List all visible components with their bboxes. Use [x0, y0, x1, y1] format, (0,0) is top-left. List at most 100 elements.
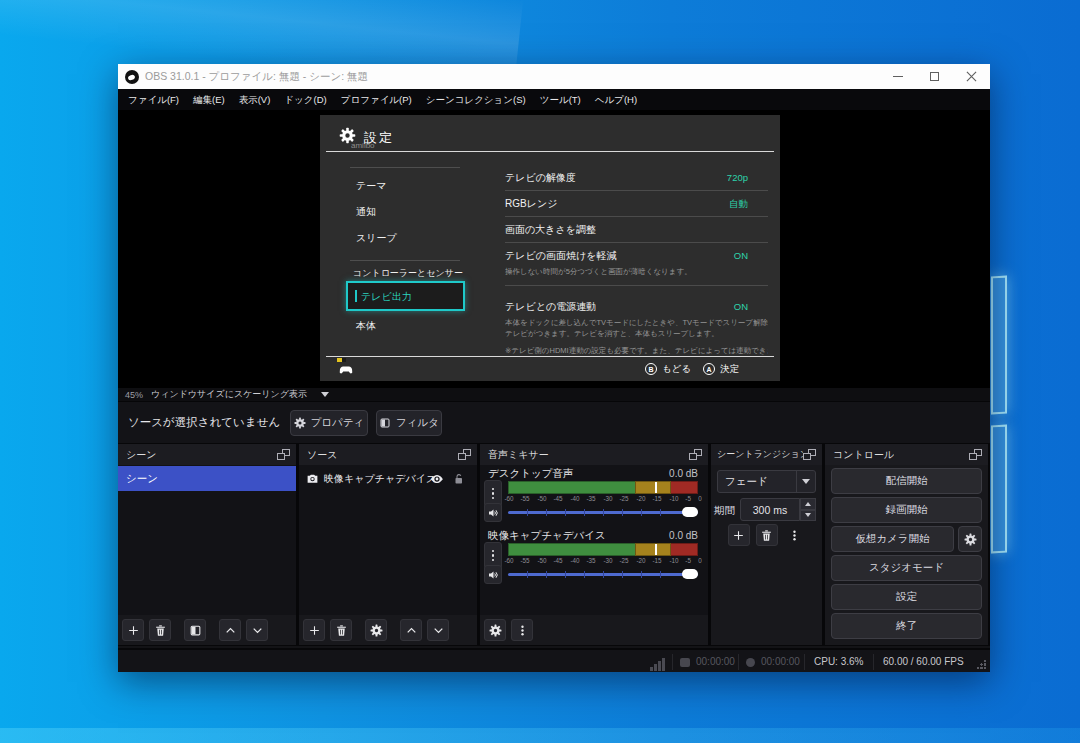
switch-menu-item-amiibo: amiibo: [351, 141, 375, 151]
source-up-button[interactable]: [400, 619, 422, 641]
source-context-bar: ソースが選択されていません プロパティ フィルタ: [118, 402, 990, 443]
source-down-button[interactable]: [427, 619, 449, 641]
mute-button[interactable]: [484, 503, 502, 522]
volume-slider[interactable]: [508, 507, 698, 517]
source-list-item[interactable]: 映像キャプチャデバイス: [299, 466, 477, 491]
menu-item[interactable]: ファイル(F): [121, 89, 186, 110]
ok-label: 決定: [720, 363, 739, 376]
resize-grip[interactable]: [977, 659, 987, 669]
minimize-button[interactable]: [879, 64, 916, 89]
obs-logo-icon: [125, 70, 139, 84]
add-source-button[interactable]: [303, 619, 325, 641]
popout-icon[interactable]: [277, 449, 290, 460]
lock-icon[interactable]: [453, 473, 465, 485]
mixer-menu-button[interactable]: [511, 619, 533, 641]
source-properties-button[interactable]: [365, 619, 387, 641]
menu-item[interactable]: 表示(V): [232, 89, 278, 110]
transition-menu-button[interactable]: [784, 524, 806, 546]
advanced-audio-button[interactable]: [484, 619, 506, 641]
scale-dropdown-caret[interactable]: [321, 392, 329, 397]
scenes-title: シーン: [118, 448, 156, 462]
wallpaper-windows-logo-pane-bottom: [991, 425, 1007, 554]
volume-meter: [508, 543, 698, 556]
start-virtual-camera-button[interactable]: 仮想カメラ開始: [831, 526, 954, 552]
duration-spinner[interactable]: [800, 498, 816, 521]
mixer-channel-name: デスクトップ音声: [488, 467, 573, 481]
gamepad-icon: [335, 362, 357, 377]
setting-row-value: ON: [734, 250, 748, 261]
scene-transitions-dock: シーントランジション フェード 期間 300 ms: [711, 444, 822, 645]
scene-down-button[interactable]: [246, 619, 268, 641]
menu-item[interactable]: ヘルプ(H): [588, 89, 644, 110]
exit-button[interactable]: 終了: [831, 613, 982, 639]
menu-item[interactable]: プロファイル(P): [334, 89, 419, 110]
visibility-eye-icon[interactable]: [430, 472, 444, 486]
popout-icon[interactable]: [803, 449, 816, 460]
remove-source-button[interactable]: [330, 619, 352, 641]
wallpaper-light-band: [0, 728, 1080, 743]
duration-input[interactable]: 300 ms: [740, 498, 800, 521]
record-time: 00:00:00: [761, 656, 800, 667]
virtual-camera-settings-button[interactable]: [958, 526, 982, 552]
start-recording-button[interactable]: 録画開始: [831, 497, 982, 523]
docks-area: シーン シーン ソース: [118, 443, 990, 646]
volume-meter: [508, 481, 698, 494]
scene-filters-button[interactable]: [184, 619, 206, 641]
switch-menu-item-system: 本体: [356, 319, 376, 333]
transitions-title: シーントランジション: [711, 448, 803, 461]
remove-transition-button[interactable]: [756, 524, 778, 546]
spin-down-icon: [800, 510, 816, 522]
setting-row-note: 操作しない時間が5分つづくと画面が薄暗くなります。: [505, 267, 768, 277]
setting-row-label: RGBレンジ: [505, 197, 557, 211]
menu-item[interactable]: 編集(E): [186, 89, 232, 110]
mute-button[interactable]: [484, 565, 502, 584]
wallpaper-windows-logo-pane-top: [991, 276, 1007, 415]
preview-area[interactable]: 設定 amiibo テーマ 通知 スリープ コントローラーとセンサー テレビ出力…: [118, 110, 990, 388]
menu-item[interactable]: ツール(T): [533, 89, 588, 110]
camera-icon: [306, 472, 319, 485]
menu-item[interactable]: ドック(D): [277, 89, 333, 110]
menu-item[interactable]: シーンコレクション(S): [419, 89, 533, 110]
popout-icon[interactable]: [689, 449, 702, 460]
a-button-icon: A: [703, 363, 715, 375]
setting-row-note: 本体をドックに差し込んでTVモードにしたときや、TVモードでスリープ解除したとき…: [505, 318, 768, 328]
close-button[interactable]: [953, 64, 990, 89]
maximize-button[interactable]: [916, 64, 953, 89]
window-title: OBS 31.0.1 - プロファイル: 無題 - シーン: 無題: [145, 70, 368, 84]
controls-dock: コントロール 配信開始 録画開始 仮想カメラ開始 スタジオモード 設定 終了: [825, 444, 988, 645]
scene-up-button[interactable]: [219, 619, 241, 641]
settings-button[interactable]: 設定: [831, 584, 982, 610]
scale-mode-label[interactable]: ウィンドウサイズにスケーリング表示: [151, 388, 321, 401]
properties-button[interactable]: プロパティ: [290, 410, 368, 436]
start-streaming-button[interactable]: 配信開始: [831, 468, 982, 494]
scene-list-item[interactable]: シーン: [118, 466, 296, 491]
sources-dock: ソース 映像キャプチャデバイス: [299, 444, 477, 645]
controls-title: コントロール: [825, 448, 894, 462]
setting-row-value: 720p: [727, 172, 748, 183]
b-button-icon: B: [645, 363, 657, 375]
obs-window: OBS 31.0.1 - プロファイル: 無題 - シーン: 無題 ファイル(F…: [118, 64, 990, 672]
popout-icon[interactable]: [458, 449, 471, 460]
menu-bar: ファイル(F)編集(E)表示(V)ドック(D)プロファイル(P)シーンコレクショ…: [118, 89, 990, 110]
filter-icon: [379, 417, 391, 429]
status-bar: 00:00:00 00:00:00 CPU: 3.6% 60.00 / 60.0…: [118, 648, 990, 672]
setting-row-value: ON: [734, 301, 748, 312]
filters-button[interactable]: フィルタ: [376, 410, 442, 436]
scenes-dock: シーン シーン: [118, 444, 296, 645]
setting-row-label: テレビとの電源連動: [505, 300, 596, 314]
cpu-usage: CPU: 3.6%: [814, 656, 863, 667]
switch-header-divider: [326, 151, 774, 152]
switch-menu-item-tv-output-selected: テレビ出力: [346, 281, 465, 311]
remove-scene-button[interactable]: [149, 619, 171, 641]
setting-row-note: テレビがつきます。テレビを消すと、本体もスリープします。: [505, 329, 768, 339]
transition-select[interactable]: フェード: [717, 470, 816, 493]
add-transition-button[interactable]: [728, 524, 750, 546]
switch-menu-item-notifications: 通知: [356, 205, 376, 219]
popout-icon[interactable]: [969, 449, 982, 460]
switch-menu-item-sleep: スリープ: [356, 231, 397, 245]
meter-scale: -60-55-50-45-40-35-30-25-20-15-10-50: [504, 557, 702, 564]
add-scene-button[interactable]: [122, 619, 144, 641]
volume-slider[interactable]: [508, 569, 698, 579]
studio-mode-button[interactable]: スタジオモード: [831, 555, 982, 581]
sources-title: ソース: [299, 448, 337, 462]
